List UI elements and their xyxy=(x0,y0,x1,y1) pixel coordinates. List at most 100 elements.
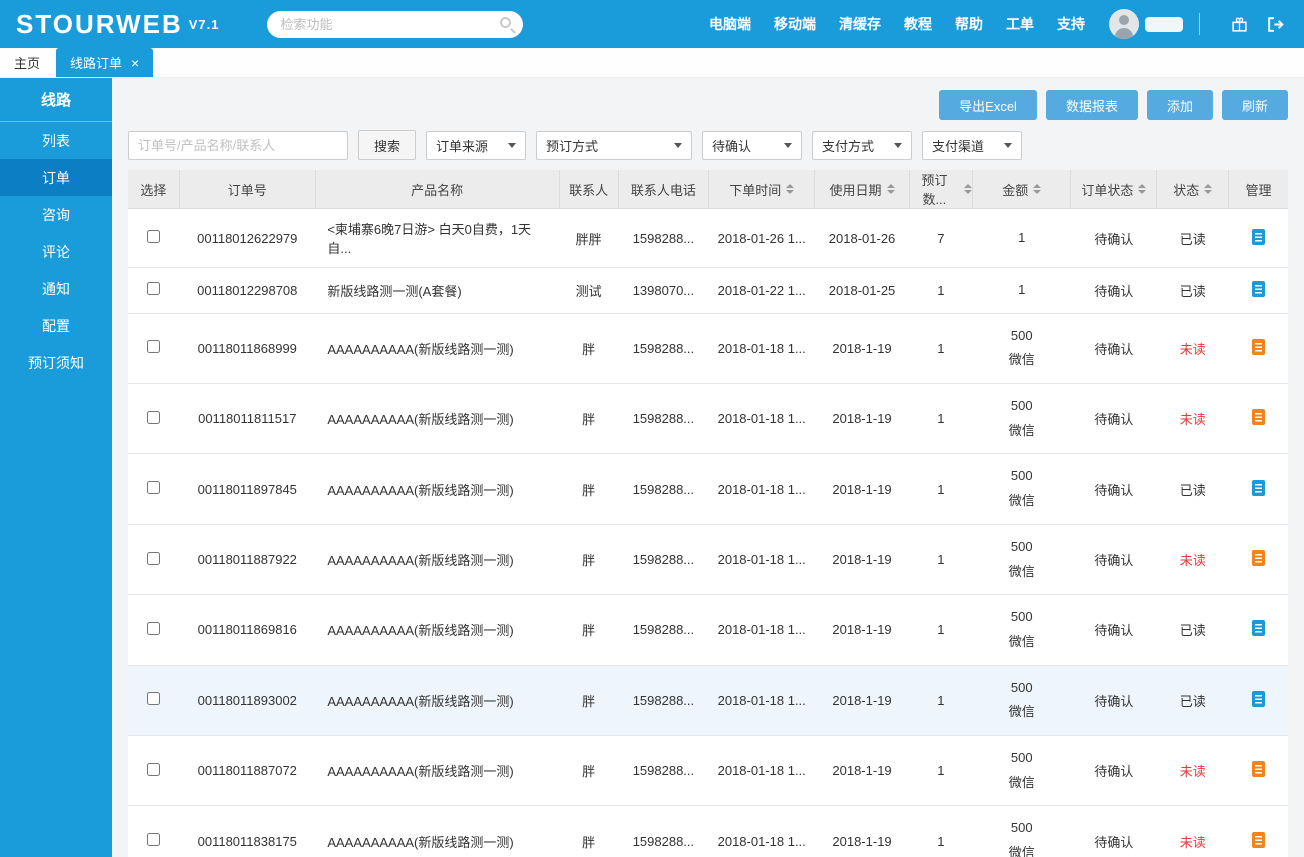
read-status: 未读 xyxy=(1156,524,1229,596)
header-search-input[interactable] xyxy=(267,10,524,38)
table-row[interactable]: 00118011869816 AAAAAAAAAA(新版线路测一测) 胖 159… xyxy=(128,594,1288,666)
contact-name: 胖 xyxy=(559,383,619,455)
row-checkbox[interactable] xyxy=(147,230,161,243)
sidebar-item[interactable]: 订单 xyxy=(0,159,112,196)
detail-document-icon[interactable] xyxy=(1251,479,1265,496)
sidebar-item-label: 评论 xyxy=(42,243,70,260)
column-header[interactable]: 状态 xyxy=(1156,170,1230,209)
detail-document-icon[interactable] xyxy=(1251,690,1265,707)
column-header[interactable]: 订单状态 xyxy=(1070,170,1158,209)
sidebar-item[interactable]: 列表 xyxy=(0,122,112,159)
order-time: 2018-01-18 1... xyxy=(708,383,815,455)
sidebar-item[interactable]: 咨询 xyxy=(0,196,112,233)
amount: 500 xyxy=(1010,609,1033,625)
column-header: 联系人电话 xyxy=(618,170,709,209)
detail-document-icon[interactable] xyxy=(1251,620,1265,637)
contact-name: 测试 xyxy=(559,267,619,314)
column-header-label: 使用日期 xyxy=(829,182,882,198)
detail-document-icon[interactable] xyxy=(1251,831,1265,848)
filter-dropdown[interactable]: 预订方式 xyxy=(536,130,693,160)
detail-document-icon[interactable] xyxy=(1251,280,1265,297)
row-checkbox[interactable] xyxy=(147,410,161,424)
row-checkbox[interactable] xyxy=(147,282,161,296)
contact-name: 胖 xyxy=(559,313,619,385)
order-number: 00118011887072 xyxy=(179,735,316,807)
order-status: 待确认 xyxy=(1070,453,1157,525)
app-version: V7.1 xyxy=(188,16,220,32)
row-checkbox[interactable] xyxy=(147,621,161,635)
filter-dropdown[interactable]: 支付渠道 xyxy=(922,130,1023,160)
nav-link[interactable]: 清缓存 xyxy=(839,14,881,34)
logout-icon[interactable] xyxy=(1262,11,1288,37)
toolbar-button[interactable]: 导出Excel xyxy=(939,90,1037,120)
column-header-label: 订单状态 xyxy=(1081,182,1134,198)
column-header[interactable]: 预订数... xyxy=(909,170,974,209)
toolbar-button[interactable]: 数据报表 xyxy=(1045,90,1138,120)
order-search-input[interactable] xyxy=(128,130,348,160)
table-row[interactable]: 00118011811517 AAAAAAAAAA(新版线路测一测) 胖 159… xyxy=(128,383,1288,455)
table-row[interactable]: 00118011893002 AAAAAAAAAA(新版线路测一测) 胖 159… xyxy=(128,665,1288,736)
use-date: 2018-1-19 xyxy=(814,313,910,385)
app-logo: STOURWEB xyxy=(16,8,183,39)
sidebar-item[interactable]: 通知 xyxy=(0,270,112,307)
column-header-label: 金额 xyxy=(1002,182,1029,198)
search-button[interactable]: 搜索 xyxy=(358,130,417,160)
gift-icon[interactable] xyxy=(1226,11,1252,37)
order-number: 00118012298708 xyxy=(179,267,316,314)
tab-bar: 主页 × 线路订单 × xyxy=(0,48,1304,78)
table-row[interactable]: 00118012298708 新版线路测一测(A套餐) 测试 1398070..… xyxy=(128,267,1288,314)
nav-link[interactable]: 移动端 xyxy=(774,14,816,34)
booking-count: 1 xyxy=(909,735,973,807)
table-row[interactable]: 00118011868999 AAAAAAAAAA(新版线路测一测) 胖 159… xyxy=(128,313,1288,385)
contact-phone: 1598288... xyxy=(618,208,709,268)
amount-cell: 500 微信 xyxy=(972,313,1071,385)
sidebar-item[interactable]: 预订须知 xyxy=(0,344,112,381)
nav-link[interactable]: 电脑端 xyxy=(709,14,751,34)
table-row[interactable]: 00118011887922 AAAAAAAAAA(新版线路测一测) 胖 159… xyxy=(128,524,1288,596)
sidebar-item[interactable]: 配置 xyxy=(0,307,112,344)
nav-link[interactable]: 支持 xyxy=(1057,14,1085,34)
column-header[interactable]: 使用日期 xyxy=(814,170,910,209)
row-checkbox[interactable] xyxy=(147,692,161,706)
row-checkbox[interactable] xyxy=(147,551,161,565)
detail-document-icon[interactable] xyxy=(1251,409,1265,426)
column-header[interactable]: 金额 xyxy=(972,170,1072,209)
toolbar-button[interactable]: 添加 xyxy=(1146,90,1213,120)
filter-dropdown[interactable]: 订单来源 xyxy=(426,130,527,160)
booking-count: 7 xyxy=(909,208,973,268)
column-header[interactable]: 下单时间 xyxy=(708,170,816,209)
table-header-row: 选择 订单号 产品名称 联系人 联系人电话 下单时间 使用日期 预订数... 金… xyxy=(128,170,1288,209)
table-row[interactable]: 00118012622979 <柬埔寨6晚7日游> 白天0自费，1天自... 胖… xyxy=(128,208,1288,268)
filter-dropdown[interactable]: 支付方式 xyxy=(812,130,913,160)
detail-document-icon[interactable] xyxy=(1251,228,1265,245)
nav-link[interactable]: 帮助 xyxy=(955,14,983,34)
avatar[interactable] xyxy=(1109,9,1139,39)
header-divider xyxy=(1199,13,1200,35)
detail-document-icon[interactable] xyxy=(1251,338,1265,355)
amount: 500 xyxy=(1010,679,1033,695)
tab[interactable]: 线路订单 × xyxy=(56,48,154,77)
tab-close-icon[interactable]: × xyxy=(131,56,139,70)
contact-phone: 1598288... xyxy=(618,383,709,455)
order-status: 待确认 xyxy=(1070,524,1157,596)
detail-document-icon[interactable] xyxy=(1251,550,1265,566)
table-row[interactable]: 00118011838175 AAAAAAAAAA(新版线路测一测) 胖 159… xyxy=(128,805,1288,857)
detail-document-icon[interactable] xyxy=(1251,761,1265,778)
table-row[interactable]: 00118011897845 AAAAAAAAAA(新版线路测一测) 胖 159… xyxy=(128,453,1288,525)
row-checkbox[interactable] xyxy=(147,762,161,776)
nav-link[interactable]: 工单 xyxy=(1006,14,1034,34)
order-time: 2018-01-18 1... xyxy=(708,735,815,807)
booking-count: 1 xyxy=(909,383,973,455)
row-checkbox[interactable] xyxy=(147,340,161,354)
tab[interactable]: 主页 × xyxy=(0,48,54,77)
sidebar-title: 线路 xyxy=(0,78,112,122)
toolbar-button[interactable]: 刷新 xyxy=(1221,90,1288,120)
filter-dropdown[interactable]: 待确认 xyxy=(702,130,803,160)
search-icon[interactable] xyxy=(500,16,512,28)
table-row[interactable]: 00118011887072 AAAAAAAAAA(新版线路测一测) 胖 159… xyxy=(128,735,1288,807)
row-checkbox[interactable] xyxy=(147,833,161,846)
read-status: 未读 xyxy=(1156,735,1229,807)
sidebar-item[interactable]: 评论 xyxy=(0,233,112,270)
nav-link[interactable]: 教程 xyxy=(904,14,932,34)
row-checkbox[interactable] xyxy=(147,481,161,495)
